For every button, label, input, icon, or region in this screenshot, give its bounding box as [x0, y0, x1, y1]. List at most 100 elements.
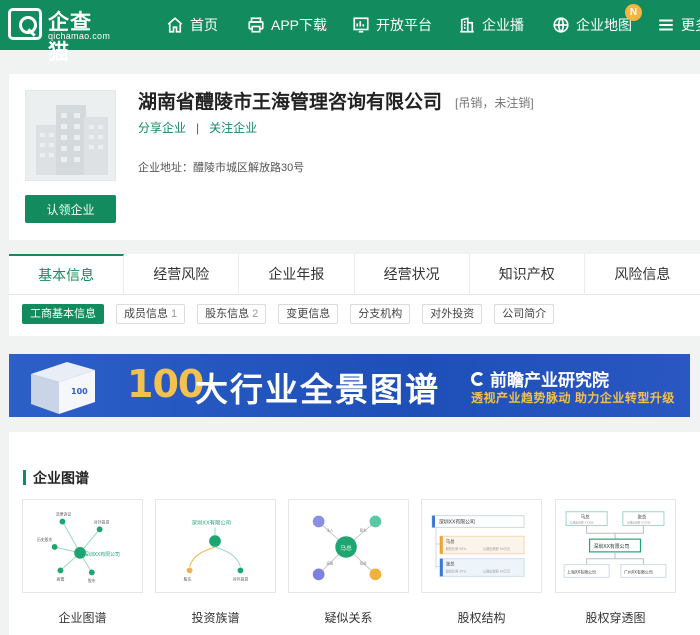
banner-number: 100 — [127, 362, 204, 406]
graph-label: 企业图谱 — [58, 611, 107, 625]
thumb-node-label: 高管 — [326, 561, 333, 566]
address-value: 醴陵市城区解放路30号 — [193, 162, 305, 174]
thumb-node-label: 股东 — [360, 527, 367, 532]
tab-risk-info[interactable]: 风险信息 — [585, 254, 700, 295]
info-tabs-card: 基本信息 经营风险 企业年报 经营状况 知识产权 风险信息 工商基本信息 成员信… — [9, 254, 700, 336]
graph-investment-tree[interactable]: 深圳XX有限公司 股东 对外投资 投资族谱 — [155, 499, 276, 626]
thumb-node-label: 法律诉讼 — [56, 512, 72, 517]
subtab-label: 成员信息 — [124, 308, 168, 320]
thumb-company-label: 深圳XX有限公司 — [439, 518, 475, 525]
enterprise-graph-thumbnail: 深圳XX有限公司 法律诉讼 对外投资 历史股东 高管 股东 — [22, 499, 143, 593]
nav-home-label: 首页 — [190, 17, 218, 33]
subtab-company-profile[interactable]: 公司简介 — [494, 304, 555, 324]
address-label: 企业地址： — [138, 162, 193, 174]
thumb-center-label: 深圳XX有限公司 — [593, 543, 629, 550]
office-building-icon — [26, 91, 115, 180]
thumb-holder-extra: 认缴出资额 XX万元 — [483, 568, 510, 573]
thumb-center-label: 深圳XX有限公司 — [84, 551, 120, 558]
sub-tabs: 工商基本信息 成员信息 1 股东信息 2 变更信息 分支机构 对外投资 公司简介 — [22, 304, 555, 324]
company-header-card: 认领企业 湖南省醴陵市王海管理咨询有限公司 [吊销，未注销] 分享企业 | 关注企业… — [9, 74, 700, 240]
tab-operating-risk[interactable]: 经营风险 — [124, 254, 240, 295]
nav-app-download-label: APP下载 — [271, 17, 328, 33]
subtab-branches[interactable]: 分支机构 — [350, 304, 411, 324]
company-address: 企业地址：醴陵市城区解放路30号 — [138, 159, 304, 175]
nav-enterprise-map-label: 企业地图 — [576, 17, 632, 33]
nav-more-label: 更多 — [681, 17, 700, 33]
subtab-members[interactable]: 成员信息 1 — [116, 304, 186, 324]
building-icon — [460, 17, 474, 33]
site-logo[interactable]: 企查猫 qichamao.com — [8, 6, 113, 64]
thumb-node-label: 股东 — [184, 576, 192, 581]
globe-icon — [553, 17, 569, 33]
subtab-label: 分支机构 — [358, 308, 403, 320]
company-avatar — [25, 90, 116, 181]
graph-label: 股权结构 — [457, 611, 506, 625]
book-number: 100 — [71, 387, 88, 396]
company-actions: 分享企业 | 关注企业 — [138, 119, 257, 136]
thumb-node-label: 对外投资 — [94, 519, 110, 524]
subtab-count: 1 — [171, 308, 178, 320]
banner-title: 大行业全景图谱 — [195, 371, 440, 408]
banner-brand: 前瞻产业研究院 — [471, 366, 609, 391]
subtab-business-registration[interactable]: 工商基本信息 — [22, 304, 104, 324]
nav-open-platform-label: 开放平台 — [376, 17, 432, 33]
top-navigation: 企查猫 qichamao.com 首页 APP下载 开放平台 企业播 企业地图 … — [0, 0, 700, 64]
thumb-center-label: 马总 — [340, 544, 352, 552]
action-separator: | — [196, 121, 200, 135]
subtab-changes[interactable]: 变更信息 — [278, 304, 339, 324]
nav-app-download[interactable]: APP下载 — [247, 0, 327, 50]
thumb-holder-name: 张总 — [446, 561, 455, 568]
section-title: 企业图谱 — [23, 468, 89, 488]
subtab-count: 2 — [252, 308, 259, 320]
graph-suspected-relations[interactable]: 马总 法人 股东 高管 投资 疑似关系 — [288, 499, 409, 626]
logo-domain: qichamao.com — [48, 31, 111, 41]
tab-intellectual-property[interactable]: 知识产权 — [470, 254, 585, 295]
thumb-holder-extra: 认缴出资额 XX万元 — [483, 546, 510, 551]
report-book-icon: 100 — [31, 362, 95, 414]
banner-slogan: 透视产业趋势脉动 助力企业转型升级 — [471, 391, 675, 405]
thumb-node-label: 对外投资 — [233, 576, 249, 581]
chart-icon — [353, 17, 369, 33]
graph-equity-penetration[interactable]: 马总 张总 认缴出资额 XX万元 认缴出资额 XX万元 深圳XX有限公司 上海X… — [555, 499, 676, 626]
thumb-top-detail: 认缴出资额 XX万元 — [627, 520, 651, 524]
equity-penetration-thumbnail: 马总 张总 认缴出资额 XX万元 认缴出资额 XX万元 深圳XX有限公司 上海X… — [555, 499, 676, 593]
thumb-node-label: 法人 — [326, 527, 333, 532]
graph-enterprise[interactable]: 深圳XX有限公司 法律诉讼 对外投资 历史股东 高管 股东 企业图谱 — [22, 499, 143, 626]
nav-enterprise-map[interactable]: 企业地图 — [552, 0, 632, 50]
graph-equity-structure[interactable]: 深圳XX有限公司 马总 股权比例 50% 认缴出资额 XX万元 张总 股权比例 … — [421, 499, 542, 626]
industry-banner-ad[interactable]: 100 100 大行业全景图谱 前瞻产业研究院 透视产业趋势脉动 助力企业转型升… — [9, 354, 690, 417]
subtab-shareholders[interactable]: 股东信息 2 — [197, 304, 267, 324]
nav-home[interactable]: 首页 — [166, 0, 218, 50]
claim-company-button[interactable]: 认领企业 — [25, 195, 116, 223]
subtab-investments[interactable]: 对外投资 — [422, 304, 483, 324]
subtab-label: 对外投资 — [430, 308, 475, 320]
share-company-link[interactable]: 分享企业 — [138, 121, 186, 135]
tab-operating-status[interactable]: 经营状况 — [355, 254, 470, 295]
tab-basic-info[interactable]: 基本信息 — [9, 254, 125, 295]
nav-more[interactable]: 更多 — [657, 0, 700, 50]
tab-annual-report[interactable]: 企业年报 — [239, 254, 355, 295]
nav-enterprise-broadcast-label: 企业播 — [482, 17, 524, 33]
subtab-label: 工商基本信息 — [30, 308, 96, 320]
thumb-bottom-node: 广州XX有限公司 — [624, 569, 653, 574]
subtab-label: 股东信息 — [205, 308, 250, 320]
thumb-holder-detail: 股权比例 45% — [446, 568, 466, 573]
thumb-holder-detail: 股权比例 50% — [446, 546, 466, 551]
thumb-node-label: 高管 — [57, 576, 65, 581]
home-icon — [167, 17, 183, 33]
thumb-bottom-node: 上海XX有限公司 — [567, 569, 596, 574]
follow-company-link[interactable]: 关注企业 — [209, 121, 257, 135]
subtab-label: 变更信息 — [286, 308, 331, 320]
printer-icon — [248, 17, 264, 33]
graph-label: 疑似关系 — [324, 611, 373, 625]
thumb-node-label: 投资 — [360, 561, 367, 566]
brand-name: 前瞻产业研究院 — [490, 371, 609, 390]
thumb-center-label: 深圳XX有限公司 — [192, 518, 232, 526]
company-status: [吊销，未注销] — [455, 96, 534, 110]
company-name: 湖南省醴陵市王海管理咨询有限公司 — [138, 92, 443, 113]
nav-enterprise-broadcast[interactable]: 企业播 — [458, 0, 524, 50]
thumb-holder-name: 马总 — [446, 538, 455, 545]
investment-tree-thumbnail: 深圳XX有限公司 股东 对外投资 — [155, 499, 276, 593]
nav-open-platform[interactable]: 开放平台 — [352, 0, 432, 50]
thumb-node-label: 股东 — [88, 578, 96, 583]
